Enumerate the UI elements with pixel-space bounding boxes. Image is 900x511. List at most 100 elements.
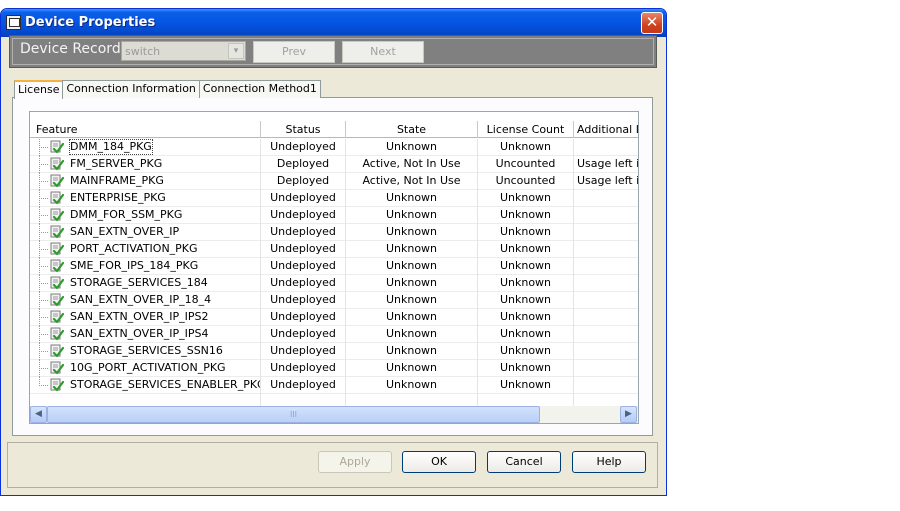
table-row[interactable]: SAN_EXTN_OVER_IP_IPS4 Undeployed Unknown Un… — [30, 326, 638, 343]
license-count-cell: Unknown — [478, 326, 574, 343]
tab-connection-method1[interactable]: Connection Method1 — [198, 80, 321, 98]
feature-cell[interactable]: SAN_EXTN_OVER_IP_18_4 — [30, 292, 261, 309]
status-cell: Undeployed — [261, 377, 346, 394]
column-header-additional[interactable]: Additional L — [574, 121, 638, 138]
table-row[interactable]: DMM_184_PKG Undeployed Unknown Unknown — [30, 139, 638, 156]
column-header-license-count[interactable]: License Count — [478, 121, 574, 138]
table-row[interactable]: STORAGE_SERVICES_ENABLER_PKG Undeployed Un… — [30, 377, 638, 394]
additional-cell: Usage left is — [577, 157, 639, 170]
license-check-icon — [50, 259, 65, 273]
additional-cell — [574, 224, 638, 241]
scrollbar-thumb[interactable]: III — [47, 406, 540, 423]
table-row[interactable]: DMM_FOR_SSM_PKG Undeployed Unknown Unknown — [30, 207, 638, 224]
license-check-icon — [50, 191, 65, 205]
table-row[interactable]: 10G_PORT_ACTIVATION_PKG Undeployed Unknown… — [30, 360, 638, 377]
tab-connection-information[interactable]: Connection Information — [62, 80, 200, 98]
table-row[interactable]: STORAGE_SERVICES_184 Undeployed Unknown Unk… — [30, 275, 638, 292]
tree-branch — [39, 300, 48, 301]
horizontal-scrollbar[interactable]: ◀ III ▶ — [30, 406, 638, 423]
license-count-cell: Unknown — [478, 190, 574, 207]
table-row[interactable]: ENTERPRISE_PKG Undeployed Unknown Unknown — [30, 190, 638, 207]
state-cell: Unknown — [346, 377, 478, 394]
cancel-button[interactable]: Cancel — [487, 451, 561, 473]
status-cell: Undeployed — [261, 292, 346, 309]
status-cell: Undeployed — [261, 241, 346, 258]
additional-cell — [574, 360, 638, 377]
device-records-combo[interactable]: switch ▾ — [121, 41, 246, 61]
feature-cell[interactable]: FM_SERVER_PKG — [30, 156, 261, 173]
feature-cell[interactable]: STORAGE_SERVICES_SSN16 — [30, 343, 261, 360]
license-check-icon — [50, 208, 65, 222]
feature-cell[interactable]: MAINFRAME_PKG — [30, 173, 261, 190]
close-icon[interactable]: ✕ — [641, 12, 663, 34]
table-row[interactable]: MAINFRAME_PKG Deployed Active, Not In Use U… — [30, 173, 639, 190]
status-cell: Undeployed — [261, 139, 346, 156]
license-count-cell: Unknown — [478, 224, 574, 241]
tree-branch — [39, 368, 48, 369]
next-button[interactable]: Next — [342, 41, 424, 63]
license-count-cell: Unknown — [478, 309, 574, 326]
feature-cell[interactable]: PORT_ACTIVATION_PKG — [30, 241, 261, 258]
feature-cell[interactable]: SAN_EXTN_OVER_IP — [30, 224, 261, 241]
tree-branch — [39, 198, 48, 199]
table-row[interactable]: SAN_EXTN_OVER_IP Undeployed Unknown Unknown — [30, 224, 638, 241]
feature-cell[interactable]: SME_FOR_IPS_184_PKG — [30, 258, 261, 275]
additional-cell — [574, 207, 638, 224]
feature-cell[interactable]: DMM_184_PKG — [30, 139, 261, 156]
status-cell: Undeployed — [261, 343, 346, 360]
additional-cell — [574, 258, 638, 275]
scroll-right-icon[interactable]: ▶ — [620, 406, 637, 423]
status-cell: Deployed — [261, 173, 346, 190]
state-cell: Unknown — [346, 326, 478, 343]
state-cell: Unknown — [346, 292, 478, 309]
column-header-status[interactable]: Status — [261, 121, 346, 138]
license-check-icon — [50, 140, 65, 154]
tree-branch — [39, 334, 48, 335]
status-cell: Undeployed — [261, 326, 346, 343]
feature-name: SAN_EXTN_OVER_IP_IPS2 — [70, 310, 209, 323]
feature-cell[interactable]: DMM_FOR_SSM_PKG — [30, 207, 261, 224]
feature-cell[interactable]: ENTERPRISE_PKG — [30, 190, 261, 207]
tree-branch — [39, 266, 48, 267]
feature-cell[interactable]: 10G_PORT_ACTIVATION_PKG — [30, 360, 261, 377]
tree-branch — [39, 164, 48, 165]
feature-cell[interactable]: SAN_EXTN_OVER_IP_IPS4 — [30, 326, 261, 343]
column-header-state[interactable]: State — [346, 121, 478, 138]
help-button[interactable]: Help — [572, 451, 646, 473]
license-count-cell: Unknown — [478, 241, 574, 258]
license-count-cell: Unknown — [478, 139, 574, 156]
state-cell: Active, Not In Use — [346, 156, 478, 173]
table-row[interactable]: PORT_ACTIVATION_PKG Undeployed Unknown Unkn… — [30, 241, 638, 258]
table-row[interactable]: SAN_EXTN_OVER_IP_18_4 Undeployed Unknown Un… — [30, 292, 638, 309]
table-row[interactable]: FM_SERVER_PKG Deployed Active, Not In Use U… — [30, 156, 639, 173]
window-title: Device Properties — [25, 15, 156, 30]
feature-name: ENTERPRISE_PKG — [70, 191, 166, 204]
scroll-left-icon[interactable]: ◀ — [30, 406, 47, 423]
status-cell: Undeployed — [261, 190, 346, 207]
license-count-cell: Unknown — [478, 292, 574, 309]
title-bar[interactable]: Device Properties ✕ — [1, 9, 666, 37]
feature-cell[interactable]: STORAGE_SERVICES_ENABLER_PKG — [30, 377, 261, 394]
chevron-down-icon[interactable]: ▾ — [228, 43, 244, 59]
state-cell: Unknown — [346, 139, 478, 156]
license-count-cell: Unknown — [478, 343, 574, 360]
license-table: Feature Status State License Count Addit… — [29, 111, 639, 424]
tree-branch — [39, 181, 48, 182]
feature-cell[interactable]: STORAGE_SERVICES_184 — [30, 275, 261, 292]
feature-name: SAN_EXTN_OVER_IP — [70, 225, 180, 238]
prev-button[interactable]: Prev — [253, 41, 335, 63]
tab-license[interactable]: License — [14, 80, 64, 99]
apply-button[interactable]: Apply — [318, 451, 392, 473]
license-count-cell: Unknown — [478, 207, 574, 224]
status-cell: Undeployed — [261, 207, 346, 224]
column-header-feature[interactable]: Feature — [30, 121, 261, 138]
feature-cell[interactable]: SAN_EXTN_OVER_IP_IPS2 — [30, 309, 261, 326]
ok-button[interactable]: OK — [402, 451, 476, 473]
device-records-label: Device Records — [20, 41, 128, 57]
table-row[interactable]: SME_FOR_IPS_184_PKG Undeployed Unknown Unkn… — [30, 258, 638, 275]
table-row[interactable]: STORAGE_SERVICES_SSN16 Undeployed Unknown U… — [30, 343, 638, 360]
table-row[interactable]: SAN_EXTN_OVER_IP_IPS2 Undeployed Unknown Un… — [30, 309, 638, 326]
license-count-cell: Unknown — [478, 360, 574, 377]
additional-cell: Usage left is — [577, 174, 639, 187]
state-cell: Active, Not In Use — [346, 173, 478, 190]
